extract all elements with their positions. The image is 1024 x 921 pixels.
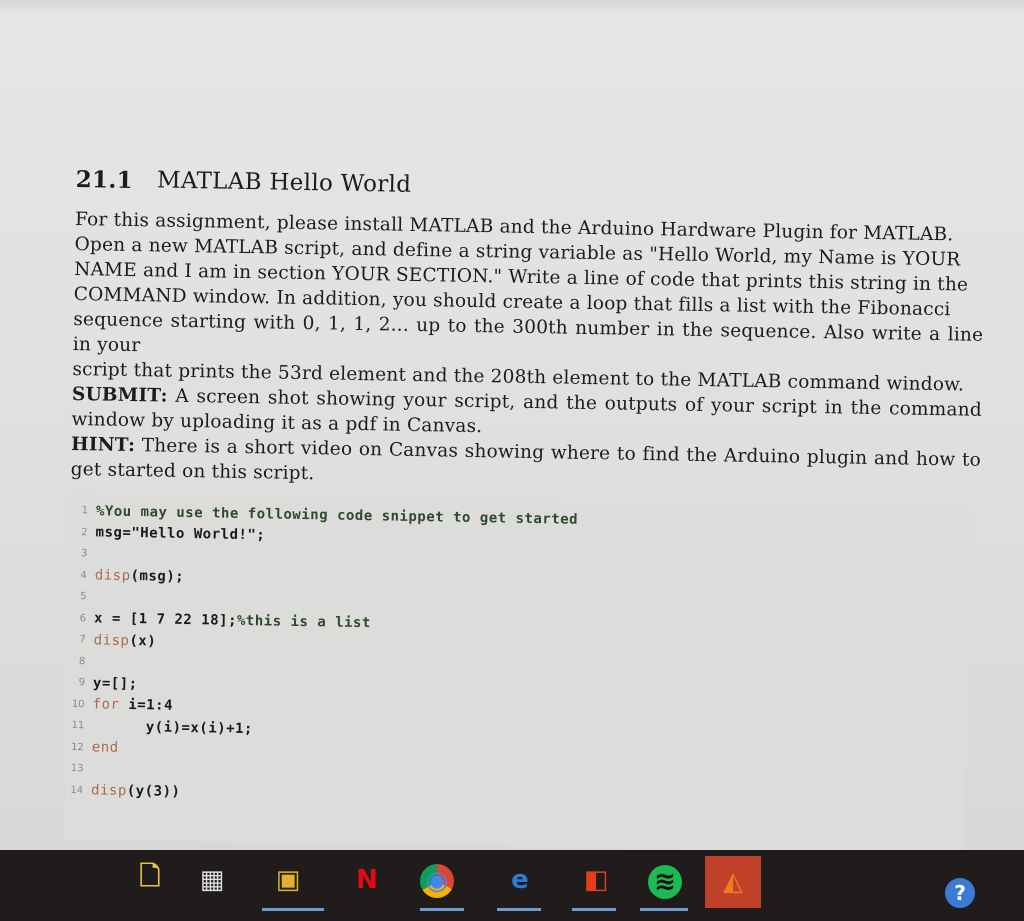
submit-label: SUBMIT: [71,383,168,407]
line-number: 2 [81,526,88,539]
section-title: MATLAB Hello World [156,167,412,198]
line-number: 8 [78,655,86,667]
code-text: end [91,739,119,757]
line-number: 4 [80,569,87,582]
chrome-icon[interactable]: ◉ [420,864,454,898]
code-text: disp(x) [93,632,157,650]
taskbar-active-indicator [640,908,688,911]
help-icon[interactable]: ? [945,878,975,908]
document-page: 21.1 MATLAB Hello World For this assignm… [64,166,986,850]
line-number: 9 [78,677,86,689]
line-number: 11 [71,720,85,732]
line-number: 13 [70,763,84,775]
line-number: 3 [80,548,88,560]
spotify-icon[interactable]: ≋ [648,865,682,899]
line-number: 5 [80,591,87,603]
code-snippet: 1 %You may use the following code snippet… [64,493,971,850]
taskbar-active-indicator [262,908,324,911]
code-text: x = [1 7 22 18];%this is a list [93,610,371,632]
edge-icon[interactable]: e [500,860,540,900]
window-top-edge [0,0,1024,14]
task-view-icon[interactable]: ▦ [192,860,232,900]
description-lines: For this assignment, please install MATL… [72,207,985,398]
code-text: for i=1:4 [92,696,174,715]
line-number: 14 [70,784,84,796]
line-number: 1 [81,505,89,517]
code-text: y(i)=x(i)+1; [92,718,254,737]
netflix-icon[interactable]: N [347,860,387,900]
line-number: 6 [79,612,87,624]
taskbar-active-indicator [420,908,464,911]
assignment-description: For this assignment, please install MATL… [70,207,985,498]
matlab-icon[interactable]: ◭ [705,856,761,908]
taskbar-active-indicator [572,908,616,911]
file-explorer-icon[interactable]: 🗋 [130,860,170,900]
code-text: disp(y(3)) [90,782,181,801]
section-heading: 21.1 MATLAB Hello World [76,166,986,209]
line-number: 10 [71,698,85,710]
screen: 21.1 MATLAB Hello World For this assignm… [0,0,1024,850]
taskbar-active-indicator [497,908,541,911]
code-text: disp(msg); [94,567,185,586]
office-icon[interactable]: ◧ [576,860,616,900]
hint-label: HINT: [70,433,136,457]
code-text: msg="Hello World!"; [95,524,266,544]
section-number: 21.1 [75,166,134,194]
save-file-icon[interactable]: ▣ [268,860,308,900]
line-number: 7 [79,634,86,646]
code-text: y=[]; [92,675,138,692]
line-number: 12 [71,741,84,753]
